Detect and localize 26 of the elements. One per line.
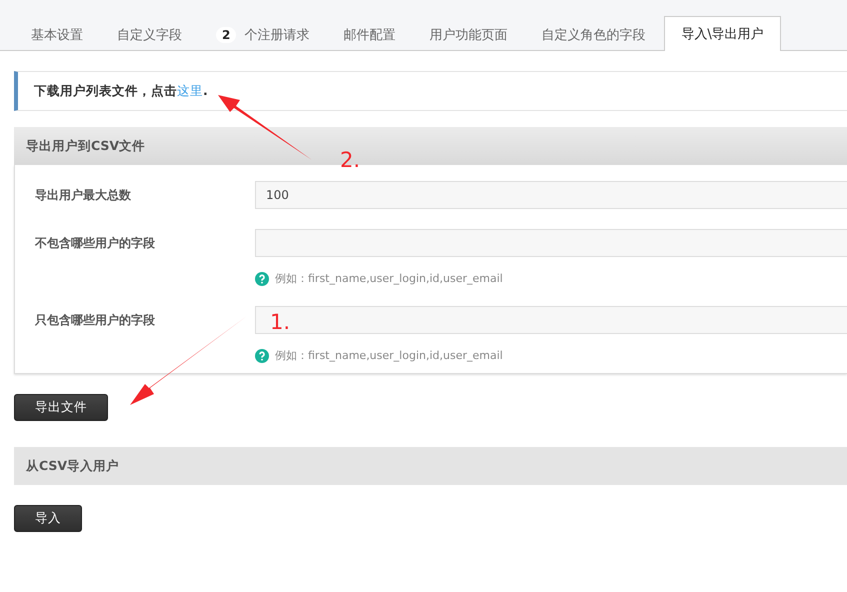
help-icon	[255, 272, 269, 286]
input-field[interactable]: 100	[255, 181, 847, 209]
field-label: 不包含哪些用户的字段	[35, 235, 156, 252]
annotation-label: 2.	[340, 148, 360, 172]
input-field[interactable]	[255, 306, 847, 334]
tab[interactable]: 用户功能页面	[412, 17, 524, 51]
tab[interactable]: 自定义字段	[100, 17, 199, 51]
import-button[interactable]: 导入	[14, 505, 82, 532]
tab[interactable]: 导入\导出用户	[664, 16, 781, 51]
export-button[interactable]: 导出文件	[14, 394, 108, 421]
help-text: 例如：first_name,user_login,id,user_email	[275, 271, 503, 286]
field-label: 导出用户最大总数	[35, 187, 132, 204]
here-link[interactable]: 这里	[177, 82, 203, 98]
field-label: 只包含哪些用户的字段	[35, 312, 156, 329]
annotation-label: 1.	[270, 310, 290, 334]
tab[interactable]: 基本设置	[14, 17, 100, 51]
section-title: 从CSV导入用户	[26, 458, 120, 474]
notice-text: 下载用户列表文件，点击这里.	[34, 82, 208, 100]
count-badge: 2	[216, 26, 236, 42]
section-title: 导出用户到CSV文件	[26, 138, 146, 154]
help-text: 例如：first_name,user_login,id,user_email	[275, 348, 503, 363]
tab[interactable]: 2 个注册请求	[199, 17, 326, 51]
help-icon	[255, 348, 269, 362]
tab[interactable]: 邮件配置	[326, 17, 412, 51]
tab[interactable]: 自定义角色的字段	[524, 17, 662, 51]
input-field[interactable]	[255, 229, 847, 257]
